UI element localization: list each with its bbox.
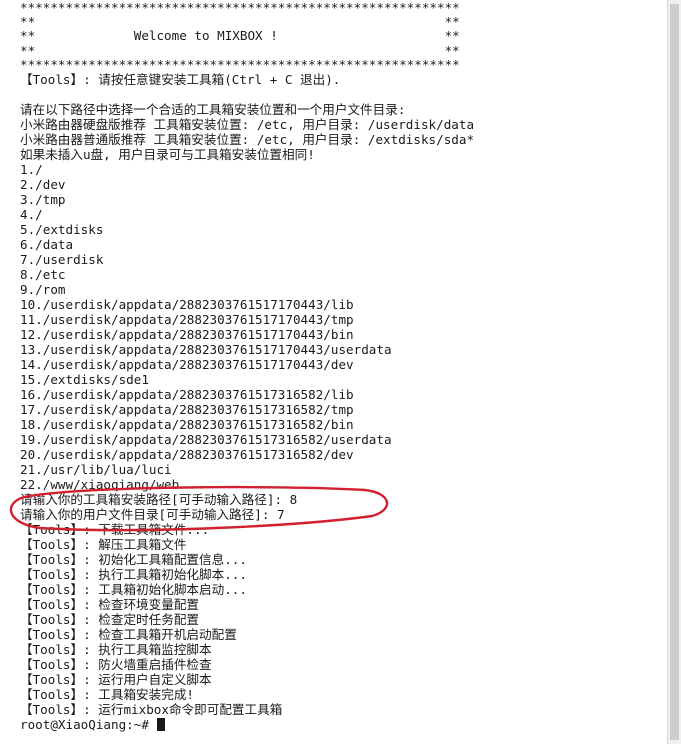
- tools-step: 【Tools】: 检查环境变量配置: [20, 597, 200, 612]
- tools-step: 【Tools】: 运行用户自定义脚本: [20, 672, 212, 687]
- tools-step: 【Tools】: 工具箱初始化脚本启动...: [20, 582, 247, 597]
- path-option: 15./extdisks/sde1: [20, 372, 149, 387]
- path-option: 18./userdisk/appdata/2882303761517316582…: [20, 417, 354, 432]
- path-option: 1./: [20, 162, 43, 177]
- tools-step: 【Tools】: 下载工具箱文件...: [20, 522, 210, 537]
- tools-step: 【Tools】: 检查定时任务配置: [20, 612, 200, 627]
- path-option: 19./userdisk/appdata/2882303761517316582…: [20, 432, 392, 447]
- hint-line: 小米路由器普通版推荐 工具箱安装位置: /etc, 用户目录: /extdisk…: [20, 132, 475, 147]
- tools-step: 【Tools】: 工具箱安装完成!: [20, 687, 195, 702]
- terminal-cursor: [157, 718, 166, 731]
- vertical-scrollbar[interactable]: [667, 0, 681, 744]
- tools-step: 【Tools】: 解压工具箱文件: [20, 537, 187, 552]
- hint-line: 如果未插入u盘, 用户目录可与工具箱安装位置相同!: [20, 147, 315, 162]
- path-option: 2./dev: [20, 177, 66, 192]
- path-option: 17./userdisk/appdata/2882303761517316582…: [20, 402, 354, 417]
- path-option: 21./usr/lib/lua/luci: [20, 462, 172, 477]
- shell-prompt-line[interactable]: root@XiaoQiang:~#: [20, 717, 166, 732]
- tools-step: 【Tools】: 执行工具箱监控脚本: [20, 642, 212, 657]
- banner-line: ** **: [20, 14, 460, 29]
- path-option: 4./: [20, 207, 43, 222]
- banner-line: ****************************************…: [20, 0, 460, 15]
- banner-line: ****************************************…: [20, 57, 460, 72]
- path-option: 5./extdisks: [20, 222, 104, 237]
- path-option: 9./rom: [20, 282, 66, 297]
- path-option: 20./userdisk/appdata/2882303761517316582…: [20, 447, 354, 462]
- path-option: 3./tmp: [20, 192, 66, 207]
- path-option: 11./userdisk/appdata/2882303761517170443…: [20, 312, 354, 327]
- banner-title: ** Welcome to MIXBOX ! **: [20, 28, 460, 43]
- hint-line: 小米路由器硬盘版推荐 工具箱安装位置: /etc, 用户目录: /userdis…: [20, 117, 475, 132]
- path-option: 8./etc: [20, 267, 66, 282]
- path-option: 12./userdisk/appdata/2882303761517170443…: [20, 327, 354, 342]
- path-option: 6./data: [20, 237, 74, 252]
- install-path-prompt: 请输入你的工具箱安装路径[可手动输入路径]: 8: [20, 492, 298, 507]
- terminal-window: ****************************************…: [0, 0, 681, 744]
- path-option: 22./www/xiaoqiang/web: [20, 477, 180, 492]
- intro-line: 【Tools】: 请按任意键安装工具箱(Ctrl + C 退出).: [20, 72, 341, 87]
- path-option: 10./userdisk/appdata/2882303761517170443…: [20, 297, 354, 312]
- user-dir-prompt: 请输入你的用户文件目录[可手动输入路径]: 7: [20, 507, 285, 522]
- path-option: 13./userdisk/appdata/2882303761517170443…: [20, 342, 392, 357]
- tools-step: 【Tools】: 执行工具箱初始化脚本...: [20, 567, 247, 582]
- shell-prompt: root@XiaoQiang:~#: [20, 717, 157, 732]
- tools-step: 【Tools】: 初始化工具箱配置信息...: [20, 552, 247, 567]
- path-option: 16./userdisk/appdata/2882303761517316582…: [20, 387, 354, 402]
- path-option: 7./userdisk: [20, 252, 104, 267]
- path-option: 14./userdisk/appdata/2882303761517170443…: [20, 357, 354, 372]
- tools-step: 【Tools】: 检查工具箱开机启动配置: [20, 627, 237, 642]
- hint-line: 请在以下路径中选择一个合适的工具箱安装位置和一个用户文件目录:: [20, 102, 406, 117]
- terminal-output[interactable]: ****************************************…: [0, 0, 668, 744]
- banner-line: ** **: [20, 43, 460, 58]
- tools-step: 【Tools】: 防火墙重启插件检查: [20, 657, 212, 672]
- tools-step: 【Tools】: 运行mixbox命令即可配置工具箱: [20, 702, 283, 717]
- scrollbar-thumb[interactable]: [670, 4, 679, 740]
